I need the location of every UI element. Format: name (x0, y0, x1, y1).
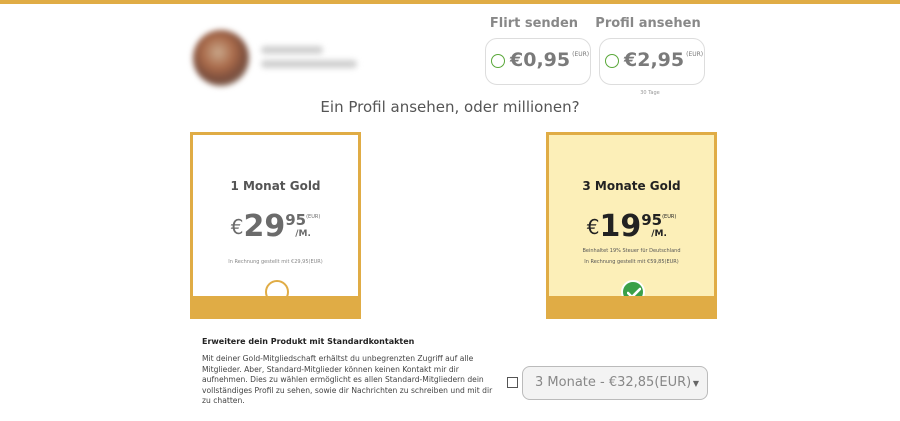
select-value: 3 Monate - €32,85(EUR) (535, 375, 692, 390)
profile-view-duration-note: 30 Tage (640, 90, 660, 96)
profile-view-price: €2,95 (EUR) (624, 49, 704, 71)
profile-name-blurred (261, 46, 323, 54)
flirt-offer-option[interactable]: €0,95 (EUR) (485, 38, 591, 85)
avatar (193, 30, 249, 86)
plan-card-footer (193, 296, 358, 316)
flirt-price: €0,95 (EUR) (510, 49, 590, 71)
plan-card-3-months[interactable]: 3 Monate Gold €1995(EUR)/M. Beinhaltet 1… (546, 132, 717, 319)
plan-card-footer (549, 296, 714, 316)
plan-title: 3 Monate Gold (582, 179, 681, 193)
profile-offer-label: Profil ansehen (595, 16, 701, 31)
plan-tax-note: Beinhaltet 19% Steuer für Deutschland (582, 248, 681, 254)
extension-title: Erweitere dein Produkt mit Standardkonta… (202, 337, 415, 346)
top-accent-bar (0, 0, 900, 4)
flirt-offer-label: Flirt senden (489, 16, 579, 31)
plan-card-1-month[interactable]: 1 Monat Gold €2995(EUR)/M. In Rechnung g… (190, 132, 361, 319)
extension-description: Mit deiner Gold-Mitgliedschaft erhältst … (202, 354, 493, 405)
chevron-down-icon: ▼ (692, 379, 699, 388)
extension-duration-select[interactable]: 3 Monate - €32,85(EUR) ▼ (522, 366, 708, 400)
plan-price: €1995(EUR)/M. (586, 209, 677, 244)
plan-billing-note: In Rechnung gestellt mit €29,95(EUR) (228, 259, 323, 265)
profile-details-blurred (261, 60, 357, 68)
plan-title: 1 Monat Gold (230, 179, 321, 193)
plan-billing-note: In Rechnung gestellt mit €59,85(EUR) (584, 259, 679, 265)
plan-price: €2995(EUR)/M. (230, 209, 321, 244)
section-heading: Ein Profil ansehen, oder millionen? (320, 98, 580, 116)
profile-preview (193, 28, 363, 88)
profile-offer-option[interactable]: €2,95 (EUR) (599, 38, 705, 85)
profile-view-radio[interactable] (605, 54, 619, 68)
extension-checkbox[interactable] (507, 377, 518, 388)
flirt-radio[interactable] (491, 54, 505, 68)
